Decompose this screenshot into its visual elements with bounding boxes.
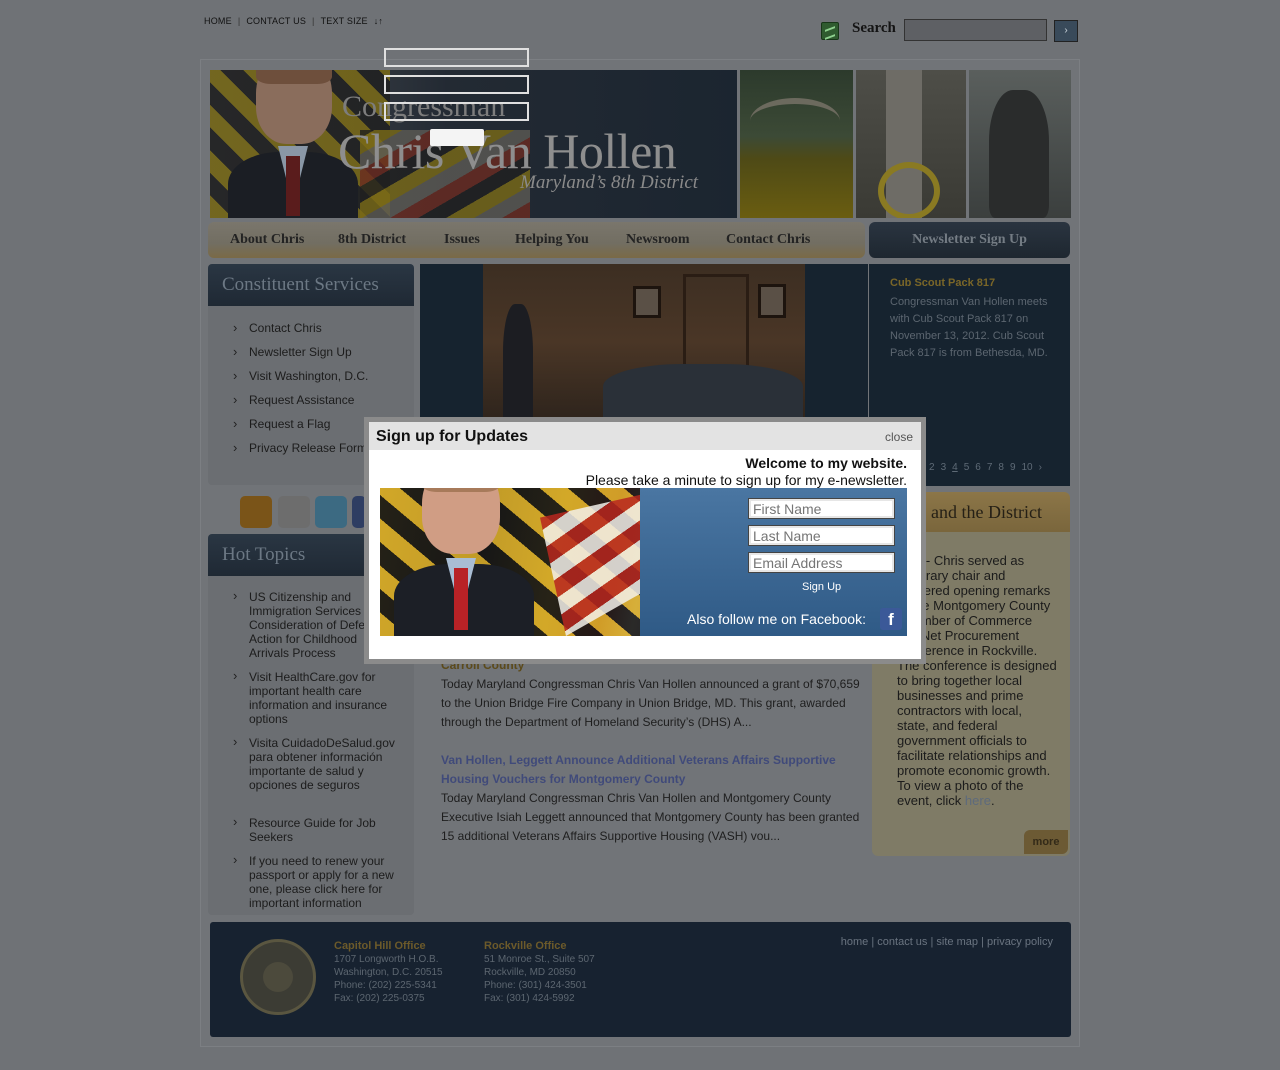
more-button[interactable]: more (1024, 830, 1068, 854)
first-name-field[interactable] (748, 498, 895, 519)
feature-photo[interactable] (483, 264, 805, 420)
pager-page[interactable]: 6 (975, 462, 981, 473)
photo-link[interactable]: here (965, 793, 991, 808)
district-photo-statue (969, 70, 1071, 218)
hot-topic-link[interactable]: If you need to renew your passport or ap… (233, 853, 399, 910)
news-body: Today Maryland Congressman Chris Van Hol… (441, 791, 860, 843)
share-icon[interactable] (821, 22, 839, 40)
pager-page[interactable]: 7 (987, 462, 993, 473)
news-body: Today Maryland Congressman Chris Van Hol… (441, 677, 860, 729)
banner-subtitle: Maryland’s 8th District (520, 172, 699, 193)
overlay-field[interactable] (384, 75, 529, 94)
text-size-toggle-icon[interactable]: ↓↑ (374, 16, 383, 26)
feature-caption: Congressman Van Hollen meets with Cub Sc… (890, 296, 1048, 359)
facebook-follow-text: Also follow me on Facebook: (687, 611, 866, 627)
slideshow-pager: 2 3 4 5 6 7 8 9 10 › (929, 462, 1048, 473)
contact-us-link[interactable]: CONTACT US (246, 16, 306, 26)
footer-links: home | contact us | site map | privacy p… (840, 936, 1053, 948)
footer-home-link[interactable]: home (841, 936, 869, 948)
welcome-heading: Welcome to my website. (745, 455, 907, 471)
service-link-privacy[interactable]: Privacy Release Form (233, 440, 367, 455)
signup-promo-image: Sign Up Also follow me on Facebook: f (380, 488, 907, 636)
chevron-right-icon[interactable]: › (1039, 462, 1042, 473)
search-label: Search (852, 20, 896, 36)
service-link-visit-dc[interactable]: Visit Washington, D.C. (233, 368, 368, 383)
nav-8th-district[interactable]: 8th District (338, 232, 406, 248)
pager-page[interactable]: 5 (964, 462, 970, 473)
district-photo-garden (740, 70, 853, 218)
feature-title: Cub Scout Pack 817 (890, 277, 996, 289)
congressman-photo (380, 488, 540, 636)
nav-issues[interactable]: Issues (444, 232, 480, 248)
office-line: Fax: (202) 225-0375 (334, 993, 425, 1004)
footer: Capitol Hill Office 1707 Longworth H.O.B… (210, 922, 1071, 1037)
overlay-field[interactable] (384, 48, 529, 67)
service-link-flag[interactable]: Request a Flag (233, 416, 330, 431)
youtube-icon[interactable] (278, 496, 310, 528)
pager-page[interactable]: 8 (998, 462, 1004, 473)
footer-sitemap-link[interactable]: site map (936, 936, 978, 948)
hot-topic-link[interactable]: Visita CuidadoDeSalud.gov para obtener i… (233, 735, 399, 792)
modal-title: Sign up for Updates (376, 428, 528, 445)
footer-privacy-link[interactable]: privacy policy (987, 936, 1053, 948)
office-line: Washington, D.C. 20515 (334, 967, 443, 978)
office-heading: Rockville Office (484, 940, 567, 952)
pager-page[interactable]: 9 (1010, 462, 1016, 473)
constituent-services-heading: Constituent Services (208, 264, 414, 306)
pager-page[interactable]: 10 (1022, 462, 1033, 473)
nav-newsroom[interactable]: Newsroom (626, 232, 690, 248)
newsletter-signup-button[interactable]: Newsletter Sign Up (869, 222, 1070, 258)
separator: | (312, 16, 315, 26)
office-line: Phone: (202) 225-5341 (334, 980, 437, 991)
rss-icon[interactable] (240, 496, 272, 528)
search-submit-button[interactable]: › (1054, 20, 1078, 42)
separator: | (237, 16, 241, 26)
welcome-text: Please take a minute to sign up for my e… (585, 472, 907, 488)
office-line: 51 Monroe St., Suite 507 (484, 954, 595, 965)
feature-slideshow (420, 264, 868, 420)
last-name-field[interactable] (748, 525, 895, 546)
office-heading: Capitol Hill Office (334, 940, 426, 952)
news-title[interactable]: Van Hollen, Leggett Announce Additional … (441, 751, 869, 789)
overlay-button[interactable] (430, 129, 484, 146)
overlay-field[interactable] (384, 102, 529, 121)
office-line: Fax: (301) 424-5992 (484, 993, 575, 1004)
hot-topic-link[interactable]: Resource Guide for Job Seekers (233, 815, 399, 844)
rockville-office: Rockville Office 51 Monroe St., Suite 50… (484, 940, 595, 1005)
modal-close-button[interactable]: close (885, 430, 913, 444)
nav-contact-chris[interactable]: Contact Chris (726, 232, 810, 248)
office-line: Rockville, MD 20850 (484, 967, 576, 978)
main-nav: About Chris 8th District Issues Helping … (208, 222, 865, 258)
office-line: 1707 Longworth H.O.B. (334, 954, 439, 965)
signup-modal: Sign up for Updates close Welcome to my … (364, 417, 926, 664)
district-photo-sign (856, 70, 966, 218)
pager-page[interactable]: 3 (941, 462, 947, 473)
utility-nav: HOME | CONTACT US | TEXT SIZE ↓↑ (204, 16, 389, 26)
nav-helping-you[interactable]: Helping You (515, 232, 589, 248)
house-seal-icon (240, 939, 316, 1015)
service-link-assistance[interactable]: Request Assistance (233, 392, 354, 407)
twitter-icon[interactable] (315, 496, 347, 528)
service-link-contact[interactable]: Contact Chris (233, 320, 322, 335)
signup-button[interactable]: Sign Up (802, 581, 841, 593)
text-size-label: TEXT SIZE (320, 16, 368, 26)
pager-page-current[interactable]: 4 (952, 462, 958, 473)
news-item: Carroll County Today Maryland Congressma… (441, 656, 869, 732)
footer-contact-link[interactable]: contact us (877, 936, 927, 948)
home-link[interactable]: HOME (204, 16, 232, 26)
nav-about-chris[interactable]: About Chris (230, 232, 304, 248)
news-item: Van Hollen, Leggett Announce Additional … (441, 751, 869, 846)
facebook-icon[interactable]: f (880, 608, 902, 630)
email-field[interactable] (748, 552, 895, 573)
capitol-office: Capitol Hill Office 1707 Longworth H.O.B… (334, 940, 443, 1005)
office-line: Phone: (301) 424-3501 (484, 980, 587, 991)
service-link-newsletter[interactable]: Newsletter Sign Up (233, 344, 352, 359)
search-input[interactable] (904, 19, 1047, 41)
hot-topic-link[interactable]: Visit HealthCare.gov for important healt… (233, 669, 399, 726)
pager-page[interactable]: 2 (929, 462, 935, 473)
